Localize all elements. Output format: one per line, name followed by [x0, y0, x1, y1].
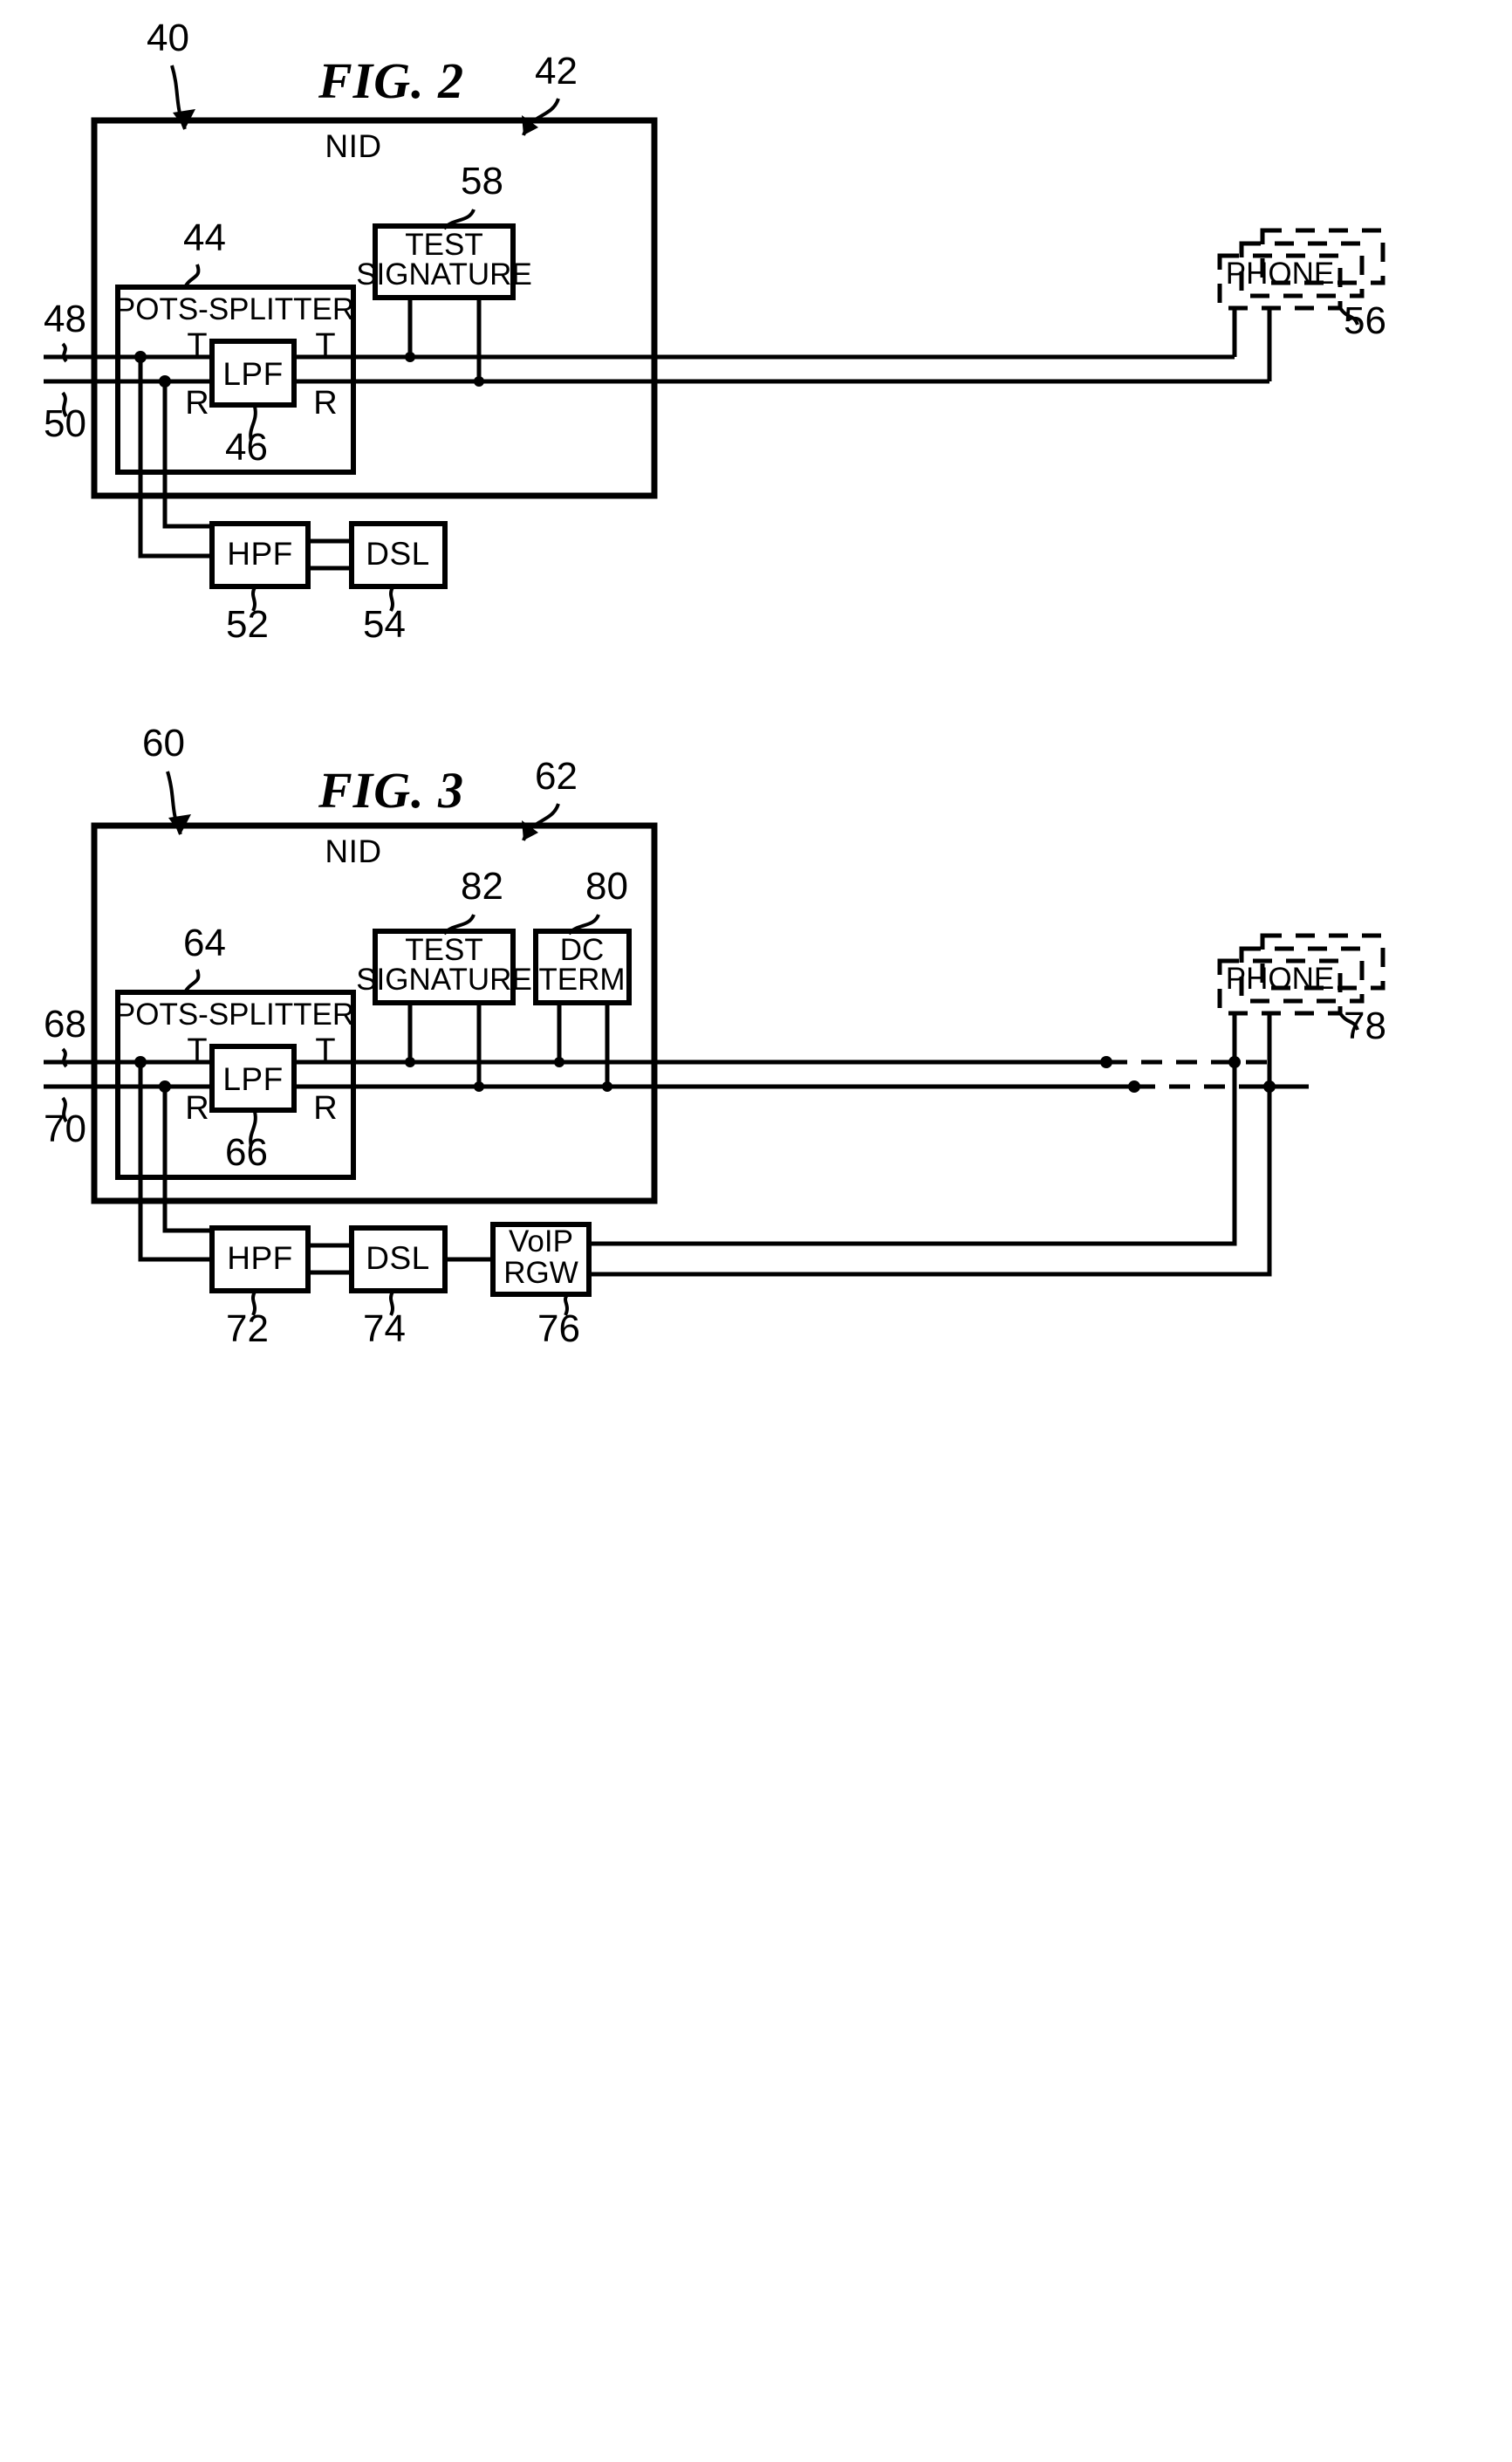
figure-3: 60 FIG. 3 62 NID 82 TEST SIGNATURE 80 DC…	[44, 722, 1386, 1350]
voip-rgw-label-line2: RGW	[503, 1256, 578, 1290]
ref-74: 74	[363, 1307, 406, 1350]
ref-76: 76	[537, 1307, 580, 1350]
patent-drawing-sheet: 40 FIG. 2 42 NID 58 TEST SIGNATURE 44 PO…	[0, 0, 1512, 2462]
phone-label-fig3: PHONE	[1226, 962, 1334, 996]
junction-dot	[1100, 1056, 1112, 1068]
voip-ring-out	[589, 1087, 1272, 1277]
ref-70-leader	[61, 1096, 68, 1123]
hpf-label-fig3: HPF	[227, 1240, 293, 1276]
nid-label-fig3: NID	[325, 833, 381, 869]
ref-64: 64	[183, 922, 226, 964]
ref-62: 62	[535, 755, 578, 798]
pots-splitter-ring-right-label-fig3: R	[313, 1090, 337, 1127]
ref-80: 80	[585, 865, 628, 908]
ref-82: 82	[461, 865, 503, 908]
ref-60: 60	[142, 722, 185, 765]
dsl-label-fig3: DSL	[366, 1240, 429, 1276]
dc-term-label-line2: TERM	[538, 963, 625, 997]
junction-dot	[1128, 1080, 1140, 1093]
pots-splitter-label-fig3: POTS-SPLITTER	[115, 998, 354, 1032]
ref-72-leader	[251, 1291, 257, 1316]
voip-rgw-label-line1: VoIP	[509, 1224, 573, 1258]
ref-78: 78	[1344, 1005, 1386, 1047]
lpf-label-fig3: LPF	[222, 1061, 283, 1097]
ref-72: 72	[226, 1307, 269, 1350]
ref-66: 66	[225, 1131, 268, 1174]
ref-68: 68	[44, 1003, 86, 1046]
test-signature-label-line2-fig3: SIGNATURE	[356, 963, 532, 997]
ref-76-leader	[564, 1293, 569, 1316]
ref-74-leader	[389, 1291, 394, 1316]
figure-3-title: FIG. 3	[318, 762, 464, 819]
pots-splitter-ring-left-label-fig3: R	[185, 1090, 209, 1127]
